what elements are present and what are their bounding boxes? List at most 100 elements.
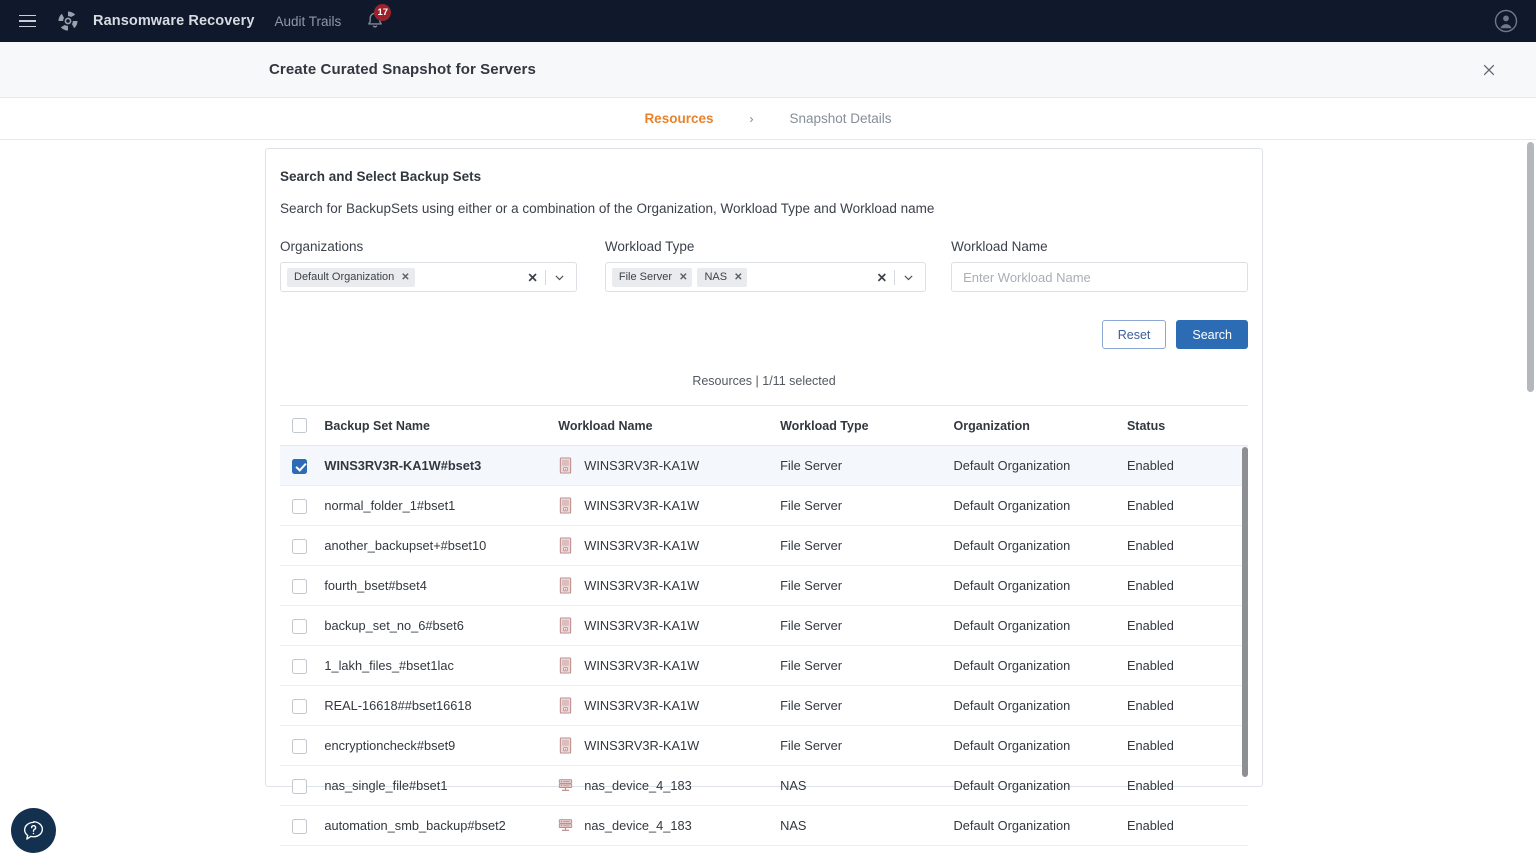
cell-backup-set-name: REAL-16618##bset16618 <box>324 686 558 726</box>
header-workload-type[interactable]: Workload Type <box>780 406 953 446</box>
file-server-icon <box>558 537 573 554</box>
cell-status: Enabled <box>1127 726 1248 766</box>
workload-type-filter: Workload Type File Server ✕ NAS ✕ ✕ <box>605 239 926 292</box>
table-row[interactable]: another_backupset+#bset10WINS3RV3R-KA1WF… <box>280 526 1248 566</box>
workload-name-text: WINS3RV3R-KA1W <box>584 618 699 633</box>
tag-chip[interactable]: File Server ✕ <box>612 268 693 287</box>
workload-type-multiselect[interactable]: File Server ✕ NAS ✕ ✕ <box>605 262 926 292</box>
row-checkbox[interactable] <box>292 819 307 834</box>
cell-organization: Default Organization <box>954 686 1127 726</box>
organizations-filter: Organizations Default Organization ✕ ✕ <box>280 239 577 292</box>
cell-workload-type: File Server <box>780 646 953 686</box>
cell-workload-type: File Server <box>780 726 953 766</box>
row-checkbox[interactable] <box>292 699 307 714</box>
cell-workload-name: WINS3RV3R-KA1W <box>558 446 780 486</box>
user-avatar-button[interactable] <box>1494 9 1518 33</box>
cell-workload-name: WINS3RV3R-KA1W <box>558 566 780 606</box>
hamburger-menu-icon[interactable] <box>14 8 40 34</box>
tag-chip[interactable]: NAS ✕ <box>697 268 747 287</box>
row-checkbox[interactable] <box>292 459 307 474</box>
row-select-cell <box>280 566 324 606</box>
modal-header: Create Curated Snapshot for Servers <box>0 42 1536 98</box>
cell-backup-set-name: 1_lakh_files_#bset1lac <box>324 646 558 686</box>
cell-status: Enabled <box>1127 486 1248 526</box>
tag-remove-icon[interactable]: ✕ <box>401 272 409 283</box>
workload-name-text: WINS3RV3R-KA1W <box>584 738 699 753</box>
row-checkbox[interactable] <box>292 619 307 634</box>
table-row[interactable]: automation_smb_backup#bset2nas_device_4_… <box>280 806 1248 846</box>
row-select-cell <box>280 766 324 806</box>
row-checkbox[interactable] <box>292 739 307 754</box>
table-row[interactable]: encryptioncheck#bset9 WINS3RV3R-KA1W File … <box>280 726 1248 766</box>
table-row[interactable]: REAL-16618##bset16618WINS3RV3R-KA1WFile … <box>280 686 1248 726</box>
clear-icon[interactable]: ✕ <box>523 270 544 285</box>
step-resources[interactable]: Resources <box>644 111 713 126</box>
header-status[interactable]: Status <box>1127 406 1248 446</box>
resource-count-label: Resources | 1/11 selected <box>280 374 1248 388</box>
cell-workload-name: WINS3RV3R-KA1W <box>558 606 780 646</box>
nas-icon <box>558 777 573 794</box>
row-checkbox[interactable] <box>292 539 307 554</box>
table-scrollbar[interactable] <box>1242 447 1248 777</box>
select-all-checkbox[interactable] <box>292 418 307 433</box>
cell-status: Enabled <box>1127 526 1248 566</box>
row-checkbox[interactable] <box>292 779 307 794</box>
workload-name-filter: Workload Name <box>951 239 1248 292</box>
nav-link-audit-trails[interactable]: Audit Trails <box>274 14 341 29</box>
table-row[interactable]: fourth_bset#bset4WINS3RV3R-KA1WFile Serv… <box>280 566 1248 606</box>
table-row[interactable]: normal_folder_1#bset1WINS3RV3R-KA1WFile … <box>280 486 1248 526</box>
workload-name-text: nas_device_4_183 <box>584 818 691 833</box>
help-button[interactable] <box>11 808 56 853</box>
row-checkbox[interactable] <box>292 659 307 674</box>
file-server-icon <box>558 657 573 674</box>
clear-icon[interactable]: ✕ <box>873 270 894 285</box>
cell-organization: Default Organization <box>954 606 1127 646</box>
row-select-cell <box>280 446 324 486</box>
cell-status: Enabled <box>1127 566 1248 606</box>
cell-workload-name: nas_device_4_183 <box>558 806 780 846</box>
tag-remove-icon[interactable]: ✕ <box>679 272 687 283</box>
workload-type-label: Workload Type <box>605 239 926 254</box>
tag-label: Default Organization <box>294 271 394 283</box>
cell-status: Enabled <box>1127 686 1248 726</box>
cell-status: Enabled <box>1127 766 1248 806</box>
organizations-multiselect[interactable]: Default Organization ✕ ✕ <box>280 262 577 292</box>
cell-organization: Default Organization <box>954 526 1127 566</box>
workload-name-text: WINS3RV3R-KA1W <box>584 698 699 713</box>
header-backup-set-name[interactable]: Backup Set Name <box>324 406 558 446</box>
notifications-button[interactable]: 17 <box>363 9 387 33</box>
chevron-down-icon[interactable] <box>546 271 571 284</box>
tag-remove-icon[interactable]: ✕ <box>734 272 742 283</box>
close-icon[interactable] <box>1478 59 1500 81</box>
chevron-down-icon[interactable] <box>895 271 920 284</box>
modal-body: Search and Select Backup Sets Search for… <box>0 140 1536 864</box>
brand-pinwheel-logo-icon <box>56 9 80 33</box>
stepper-separator-icon: › <box>749 112 753 126</box>
page-scrollbar[interactable] <box>1527 142 1534 392</box>
table-row[interactable]: backup_set_no_6#bset6WINS3RV3R-KA1WFile … <box>280 606 1248 646</box>
header-workload-name[interactable]: Workload Name <box>558 406 780 446</box>
reset-button[interactable]: Reset <box>1102 320 1167 349</box>
table-row[interactable]: nas_single_file#bset1nas_device_4_183NAS… <box>280 766 1248 806</box>
cell-status: Enabled <box>1127 606 1248 646</box>
header-organization[interactable]: Organization <box>954 406 1127 446</box>
cell-backup-set-name: nas_single_file#bset1 <box>324 766 558 806</box>
cell-workload-type: NAS <box>780 806 953 846</box>
cell-organization: Default Organization <box>954 566 1127 606</box>
wizard-stepper: Resources › Snapshot Details <box>0 98 1536 140</box>
table-row[interactable]: WINS3RV3R-KA1W#bset3WINS3RV3R-KA1WFile S… <box>280 446 1248 486</box>
workload-name-input[interactable] <box>951 262 1248 292</box>
table-row[interactable]: 1_lakh_files_#bset1lacWINS3RV3R-KA1WFile… <box>280 646 1248 686</box>
row-checkbox[interactable] <box>292 499 307 514</box>
row-select-cell <box>280 526 324 566</box>
search-button[interactable]: Search <box>1176 320 1248 349</box>
cell-workload-name: WINS3RV3R-KA1W <box>558 526 780 566</box>
cell-backup-set-name: encryptioncheck#bset9 <box>324 726 558 766</box>
row-checkbox[interactable] <box>292 579 307 594</box>
step-snapshot-details[interactable]: Snapshot Details <box>789 111 891 126</box>
tag-chip[interactable]: Default Organization ✕ <box>287 268 415 287</box>
table-body: WINS3RV3R-KA1W#bset3WINS3RV3R-KA1WFile S… <box>280 446 1248 846</box>
file-server-icon <box>558 617 573 634</box>
file-server-icon <box>558 737 573 754</box>
tag-label: NAS <box>704 271 727 283</box>
